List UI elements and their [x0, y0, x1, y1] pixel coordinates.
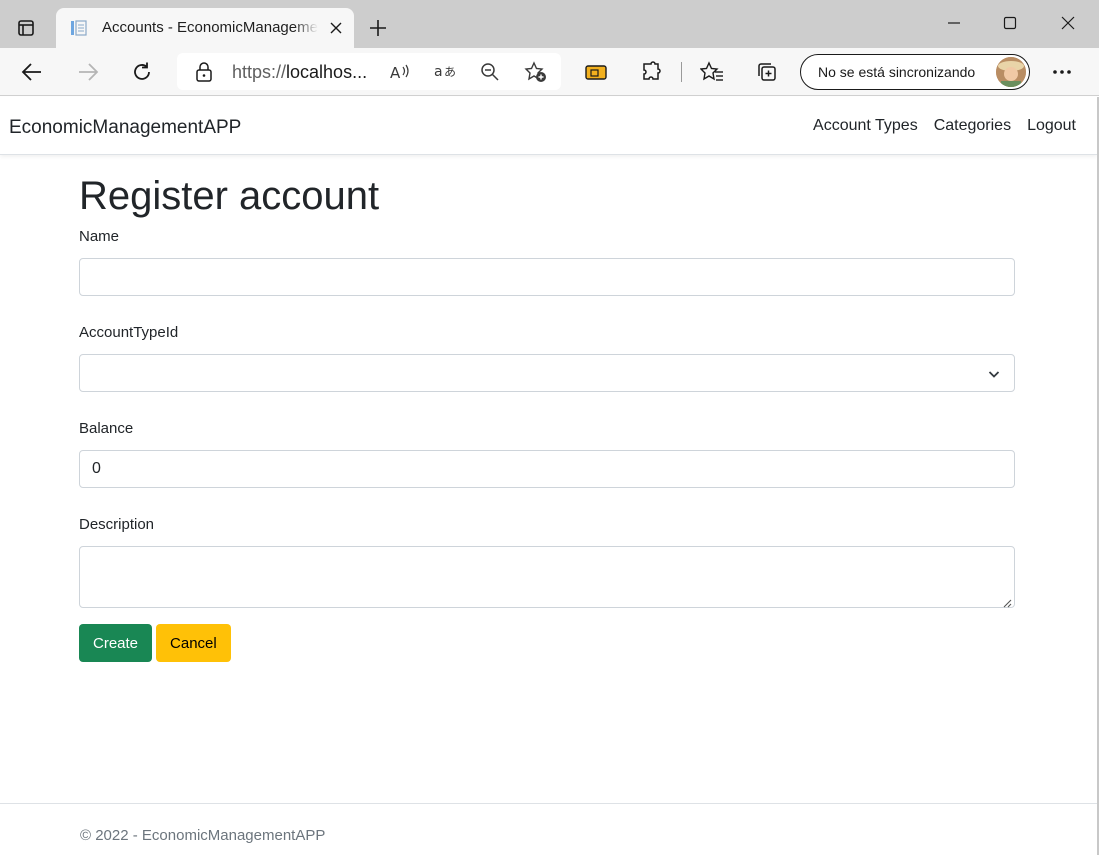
name-input[interactable]	[79, 258, 1015, 296]
svg-text:a: a	[434, 64, 443, 80]
back-arrow-icon[interactable]	[16, 57, 48, 87]
address-bar[interactable]: https://localhos... A aあ	[177, 53, 561, 90]
tab-strip: Accounts - EconomicManagementAPP	[0, 0, 1099, 48]
description-textarea[interactable]	[79, 546, 1015, 608]
page-favicon-icon	[70, 19, 88, 37]
zoom-out-icon[interactable]	[480, 62, 500, 87]
account-type-select[interactable]	[79, 354, 1015, 392]
close-icon[interactable]	[326, 18, 346, 38]
lock-icon[interactable]	[195, 62, 213, 87]
chevron-down-icon	[988, 367, 1000, 379]
browser-tab[interactable]: Accounts - EconomicManagementAPP	[56, 8, 354, 48]
window-close-icon[interactable]	[1048, 8, 1088, 38]
resize-grip-icon[interactable]	[1002, 595, 1012, 608]
profile-button[interactable]: No se está sincronizando	[800, 54, 1030, 90]
description-label: Description	[79, 516, 155, 533]
svg-text:あ: あ	[444, 65, 456, 79]
toolbar-separator	[681, 62, 682, 82]
more-icon[interactable]	[1046, 57, 1078, 87]
translate-icon[interactable]: aあ	[434, 61, 458, 86]
svg-text:A: A	[390, 64, 401, 82]
favorites-icon[interactable]	[696, 57, 728, 87]
form-actions: Create Cancel	[79, 624, 1015, 662]
app-navbar: EconomicManagementAPP Account Types Cate…	[0, 97, 1097, 155]
add-favorite-icon[interactable]	[524, 61, 548, 88]
profile-sync-status: No se está sincronizando	[818, 64, 976, 80]
extensions-icon[interactable]	[635, 57, 667, 87]
tab-title: Accounts - EconomicManagementAPP	[102, 19, 318, 36]
avatar	[996, 57, 1026, 87]
balance-input[interactable]: 0	[79, 450, 1015, 488]
plus-icon[interactable]	[364, 14, 392, 42]
refresh-icon[interactable]	[126, 57, 158, 87]
account-type-label: AccountTypeId	[79, 324, 179, 341]
register-account-form: Register account Name AccountTypeId Bala…	[79, 172, 1015, 662]
collections-icon[interactable]	[751, 57, 783, 87]
brand-link[interactable]: EconomicManagementAPP	[9, 117, 241, 139]
nav-categories[interactable]: Categories	[934, 117, 1011, 135]
maximize-icon[interactable]	[990, 8, 1030, 38]
create-button[interactable]: Create	[79, 624, 153, 662]
tab-actions-icon[interactable]	[12, 14, 40, 42]
wallet-icon[interactable]	[580, 57, 612, 87]
footer-copyright: © 2022 - EconomicManagementAPP	[80, 827, 326, 844]
nav-account-types[interactable]: Account Types	[813, 117, 918, 135]
forward-arrow-icon	[72, 57, 104, 87]
cancel-button[interactable]: Cancel	[156, 624, 231, 662]
minimize-icon[interactable]	[934, 8, 974, 38]
page-footer: © 2022 - EconomicManagementAPP	[0, 803, 1097, 855]
balance-label: Balance	[79, 420, 134, 437]
browser-toolbar: https://localhos... A aあ No se está sinc…	[0, 48, 1099, 96]
nav-links: Account Types Categories Logout	[813, 117, 1076, 135]
read-aloud-icon[interactable]: A	[390, 62, 412, 87]
nav-logout[interactable]: Logout	[1027, 117, 1076, 135]
url-text: https://localhos...	[232, 62, 368, 82]
name-label: Name	[79, 228, 120, 245]
page-title: Register account	[79, 174, 380, 218]
